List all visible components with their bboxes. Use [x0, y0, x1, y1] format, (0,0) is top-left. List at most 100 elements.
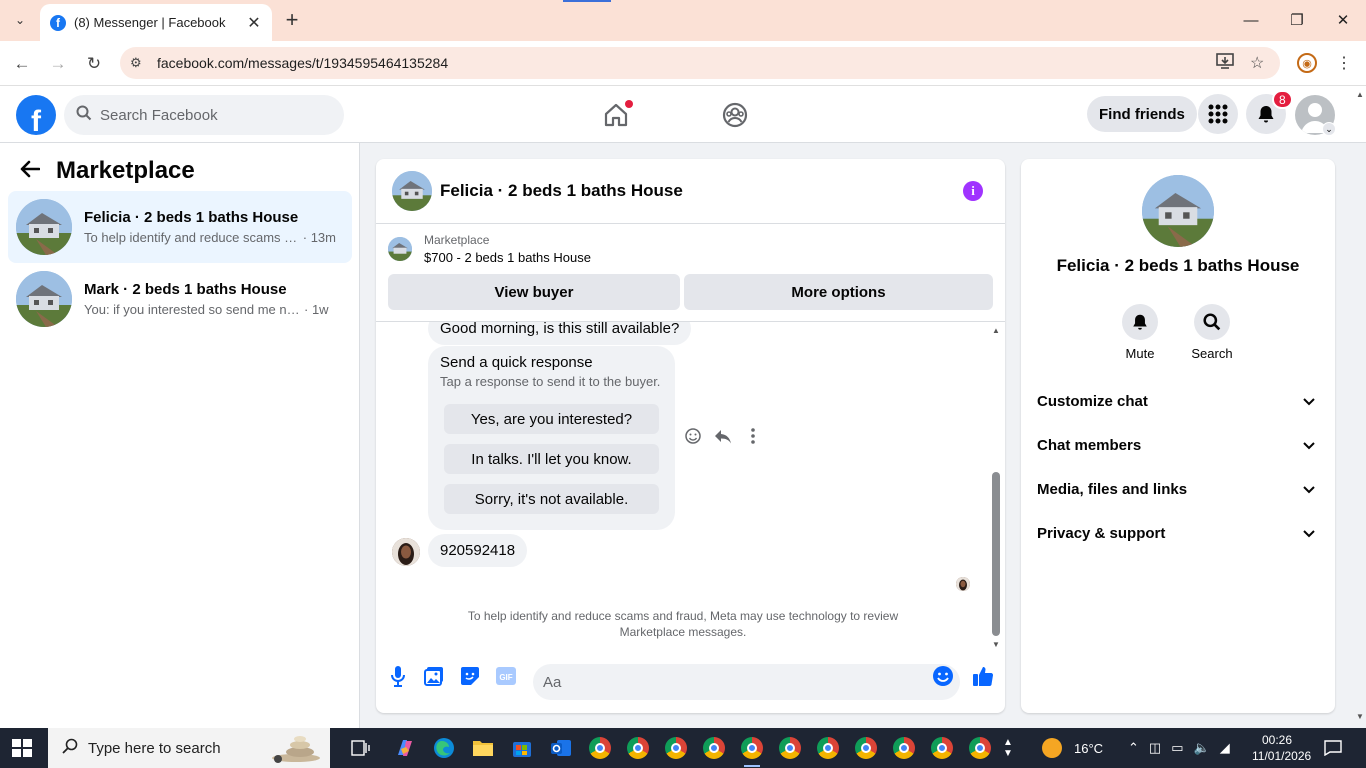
scroll-up-icon[interactable]: ▲ — [991, 326, 1001, 335]
conversation-item[interactable]: Mark · 2 beds 1 baths House You: if you … — [8, 263, 352, 335]
page-scroll-up-icon[interactable]: ▲ — [1356, 90, 1364, 99]
microphone-icon[interactable] — [386, 664, 410, 688]
chrome-menu-icon[interactable]: ⋮ — [1336, 53, 1352, 73]
battery-icon[interactable]: ▭ — [1171, 740, 1183, 756]
search-conversation-button[interactable]: Search — [1182, 304, 1242, 361]
message-scrollbar[interactable]: ▲ ▼ — [991, 326, 1001, 650]
chat-members-section[interactable]: Chat members — [1029, 423, 1327, 467]
react-emoji-icon[interactable] — [684, 427, 702, 450]
chrome-icon[interactable] — [738, 734, 766, 767]
more-actions-icon[interactable] — [744, 427, 762, 450]
customize-chat-section[interactable]: Customize chat — [1029, 379, 1327, 423]
url-text[interactable]: facebook.com/messages/t/1934595464135284 — [157, 55, 448, 71]
facebook-search[interactable] — [64, 95, 344, 135]
privacy-support-section[interactable]: Privacy & support — [1029, 511, 1327, 555]
incoming-message[interactable]: Good morning, is this still available? — [428, 322, 692, 345]
minimize-icon[interactable]: — — [1228, 6, 1274, 34]
media-files-links-section[interactable]: Media, files and links — [1029, 467, 1327, 511]
listing-banner[interactable]: Marketplace $700 - 2 beds 1 baths House — [388, 233, 591, 265]
more-options-button[interactable]: More options — [684, 274, 993, 310]
seen-receipt-avatar — [956, 577, 970, 591]
emoji-icon[interactable] — [931, 664, 955, 688]
network-icon[interactable]: ◢ — [1220, 740, 1230, 756]
page-scrollbar[interactable]: ▲ ▼ — [1354, 90, 1366, 728]
account-chevron-icon[interactable]: ⌄ — [1322, 122, 1336, 136]
volume-icon[interactable]: 🔈 — [1194, 740, 1210, 756]
chrome-icon[interactable] — [624, 734, 652, 762]
chrome-icon[interactable] — [966, 734, 994, 762]
chat-avatar[interactable] — [392, 171, 432, 211]
camera-icon[interactable]: ◫ — [1149, 740, 1161, 756]
page-scroll-down-icon[interactable]: ▼ — [1356, 712, 1364, 721]
bell-icon[interactable] — [1122, 304, 1158, 340]
chrome-icon[interactable] — [776, 734, 804, 762]
menu-grid-icon[interactable] — [1198, 94, 1238, 134]
conversation-item[interactable]: Felicia · 2 beds 1 baths House To help i… — [8, 191, 352, 263]
scrollbar-thumb[interactable] — [992, 472, 1000, 636]
scroll-down-icon[interactable]: ▼ — [991, 640, 1001, 649]
omnibox[interactable]: ⚙ facebook.com/messages/t/19345954641352… — [120, 47, 1280, 79]
gif-icon[interactable]: GIF — [494, 664, 518, 688]
bookmark-star-icon[interactable]: ☆ — [1250, 53, 1264, 73]
quick-response-button[interactable]: In talks. I'll let you know. — [444, 444, 659, 474]
reply-icon[interactable] — [714, 427, 732, 450]
system-clock[interactable]: 00:26 11/01/2026 — [1252, 732, 1311, 764]
info-icon[interactable]: i — [963, 181, 983, 201]
facebook-search-input[interactable] — [100, 106, 300, 124]
close-tab-icon[interactable]: ✕ — [246, 13, 262, 33]
weather-widget[interactable]: 16°C — [1042, 728, 1103, 768]
chrome-icon[interactable] — [890, 734, 918, 762]
incoming-message[interactable]: 920592418 — [428, 534, 528, 567]
windows-taskbar: Type here to search ▲ ▼ 16°C ⌃ ◫ ▭ 🔈 ◢ 0… — [0, 728, 1366, 768]
groups-icon[interactable] — [720, 100, 750, 130]
copilot-icon[interactable] — [391, 734, 419, 762]
chrome-icon[interactable] — [662, 734, 690, 762]
sticker-icon[interactable] — [458, 664, 482, 688]
message-actions — [684, 427, 762, 450]
message-input[interactable] — [533, 664, 960, 700]
back-arrow-icon[interactable] — [20, 158, 41, 184]
mute-button[interactable]: Mute — [1110, 304, 1170, 361]
view-buyer-button[interactable]: View buyer — [388, 274, 680, 310]
conversation-name: Mark · 2 beds 1 baths House — [84, 281, 287, 298]
sender-avatar[interactable] — [392, 538, 420, 566]
install-app-icon[interactable] — [1216, 53, 1234, 74]
tab-search-dropdown-icon[interactable]: ⌄ — [8, 8, 32, 32]
chrome-icon[interactable] — [852, 734, 880, 762]
quick-response-button[interactable]: Sorry, it's not available. — [444, 484, 659, 514]
chrome-icon[interactable] — [586, 734, 614, 762]
chrome-icon[interactable] — [928, 734, 956, 762]
file-explorer-icon[interactable] — [469, 734, 497, 762]
chrome-profile-icon[interactable]: ◉ — [1297, 53, 1317, 73]
search-icon[interactable] — [1194, 304, 1230, 340]
reload-icon[interactable]: ↻ — [81, 51, 107, 77]
mute-label: Mute — [1125, 346, 1155, 361]
chrome-icon[interactable] — [700, 734, 728, 762]
quick-response-button[interactable]: Yes, are you interested? — [444, 404, 659, 434]
like-thumb-icon[interactable] — [971, 664, 995, 688]
browser-tab[interactable]: f (8) Messenger | Facebook ✕ — [40, 4, 272, 41]
site-settings-icon[interactable]: ⚙ — [130, 55, 148, 71]
microsoft-store-icon[interactable] — [508, 734, 536, 762]
photo-icon[interactable] — [422, 664, 446, 688]
taskbar-search[interactable]: Type here to search — [48, 728, 330, 768]
new-tab-button[interactable]: + — [280, 7, 304, 32]
task-view-icon[interactable] — [347, 734, 375, 762]
notification-center-icon[interactable] — [1324, 728, 1342, 768]
restore-icon[interactable]: ❐ — [1274, 6, 1320, 34]
edge-icon[interactable] — [430, 734, 458, 762]
facebook-logo-icon[interactable]: f — [16, 95, 56, 135]
find-friends-button[interactable]: Find friends — [1087, 96, 1197, 132]
outlook-icon[interactable] — [547, 734, 575, 762]
facebook-header: f Find friends — [0, 86, 1366, 143]
show-hidden-icons-icon[interactable]: ⌃ — [1128, 740, 1139, 756]
chrome-icon[interactable] — [814, 734, 842, 762]
back-icon[interactable]: ← — [9, 51, 35, 77]
chat-title[interactable]: Felicia · 2 beds 1 baths House — [440, 181, 683, 201]
windows-start-icon[interactable] — [12, 739, 32, 757]
details-avatar[interactable] — [1142, 175, 1214, 247]
forward-icon[interactable]: → — [45, 51, 71, 77]
message-thread: Good morning, is this still available? S… — [376, 321, 1005, 651]
taskbar-overflow-icon[interactable]: ▲ ▼ — [998, 734, 1018, 762]
close-window-icon[interactable]: ✕ — [1320, 6, 1366, 34]
